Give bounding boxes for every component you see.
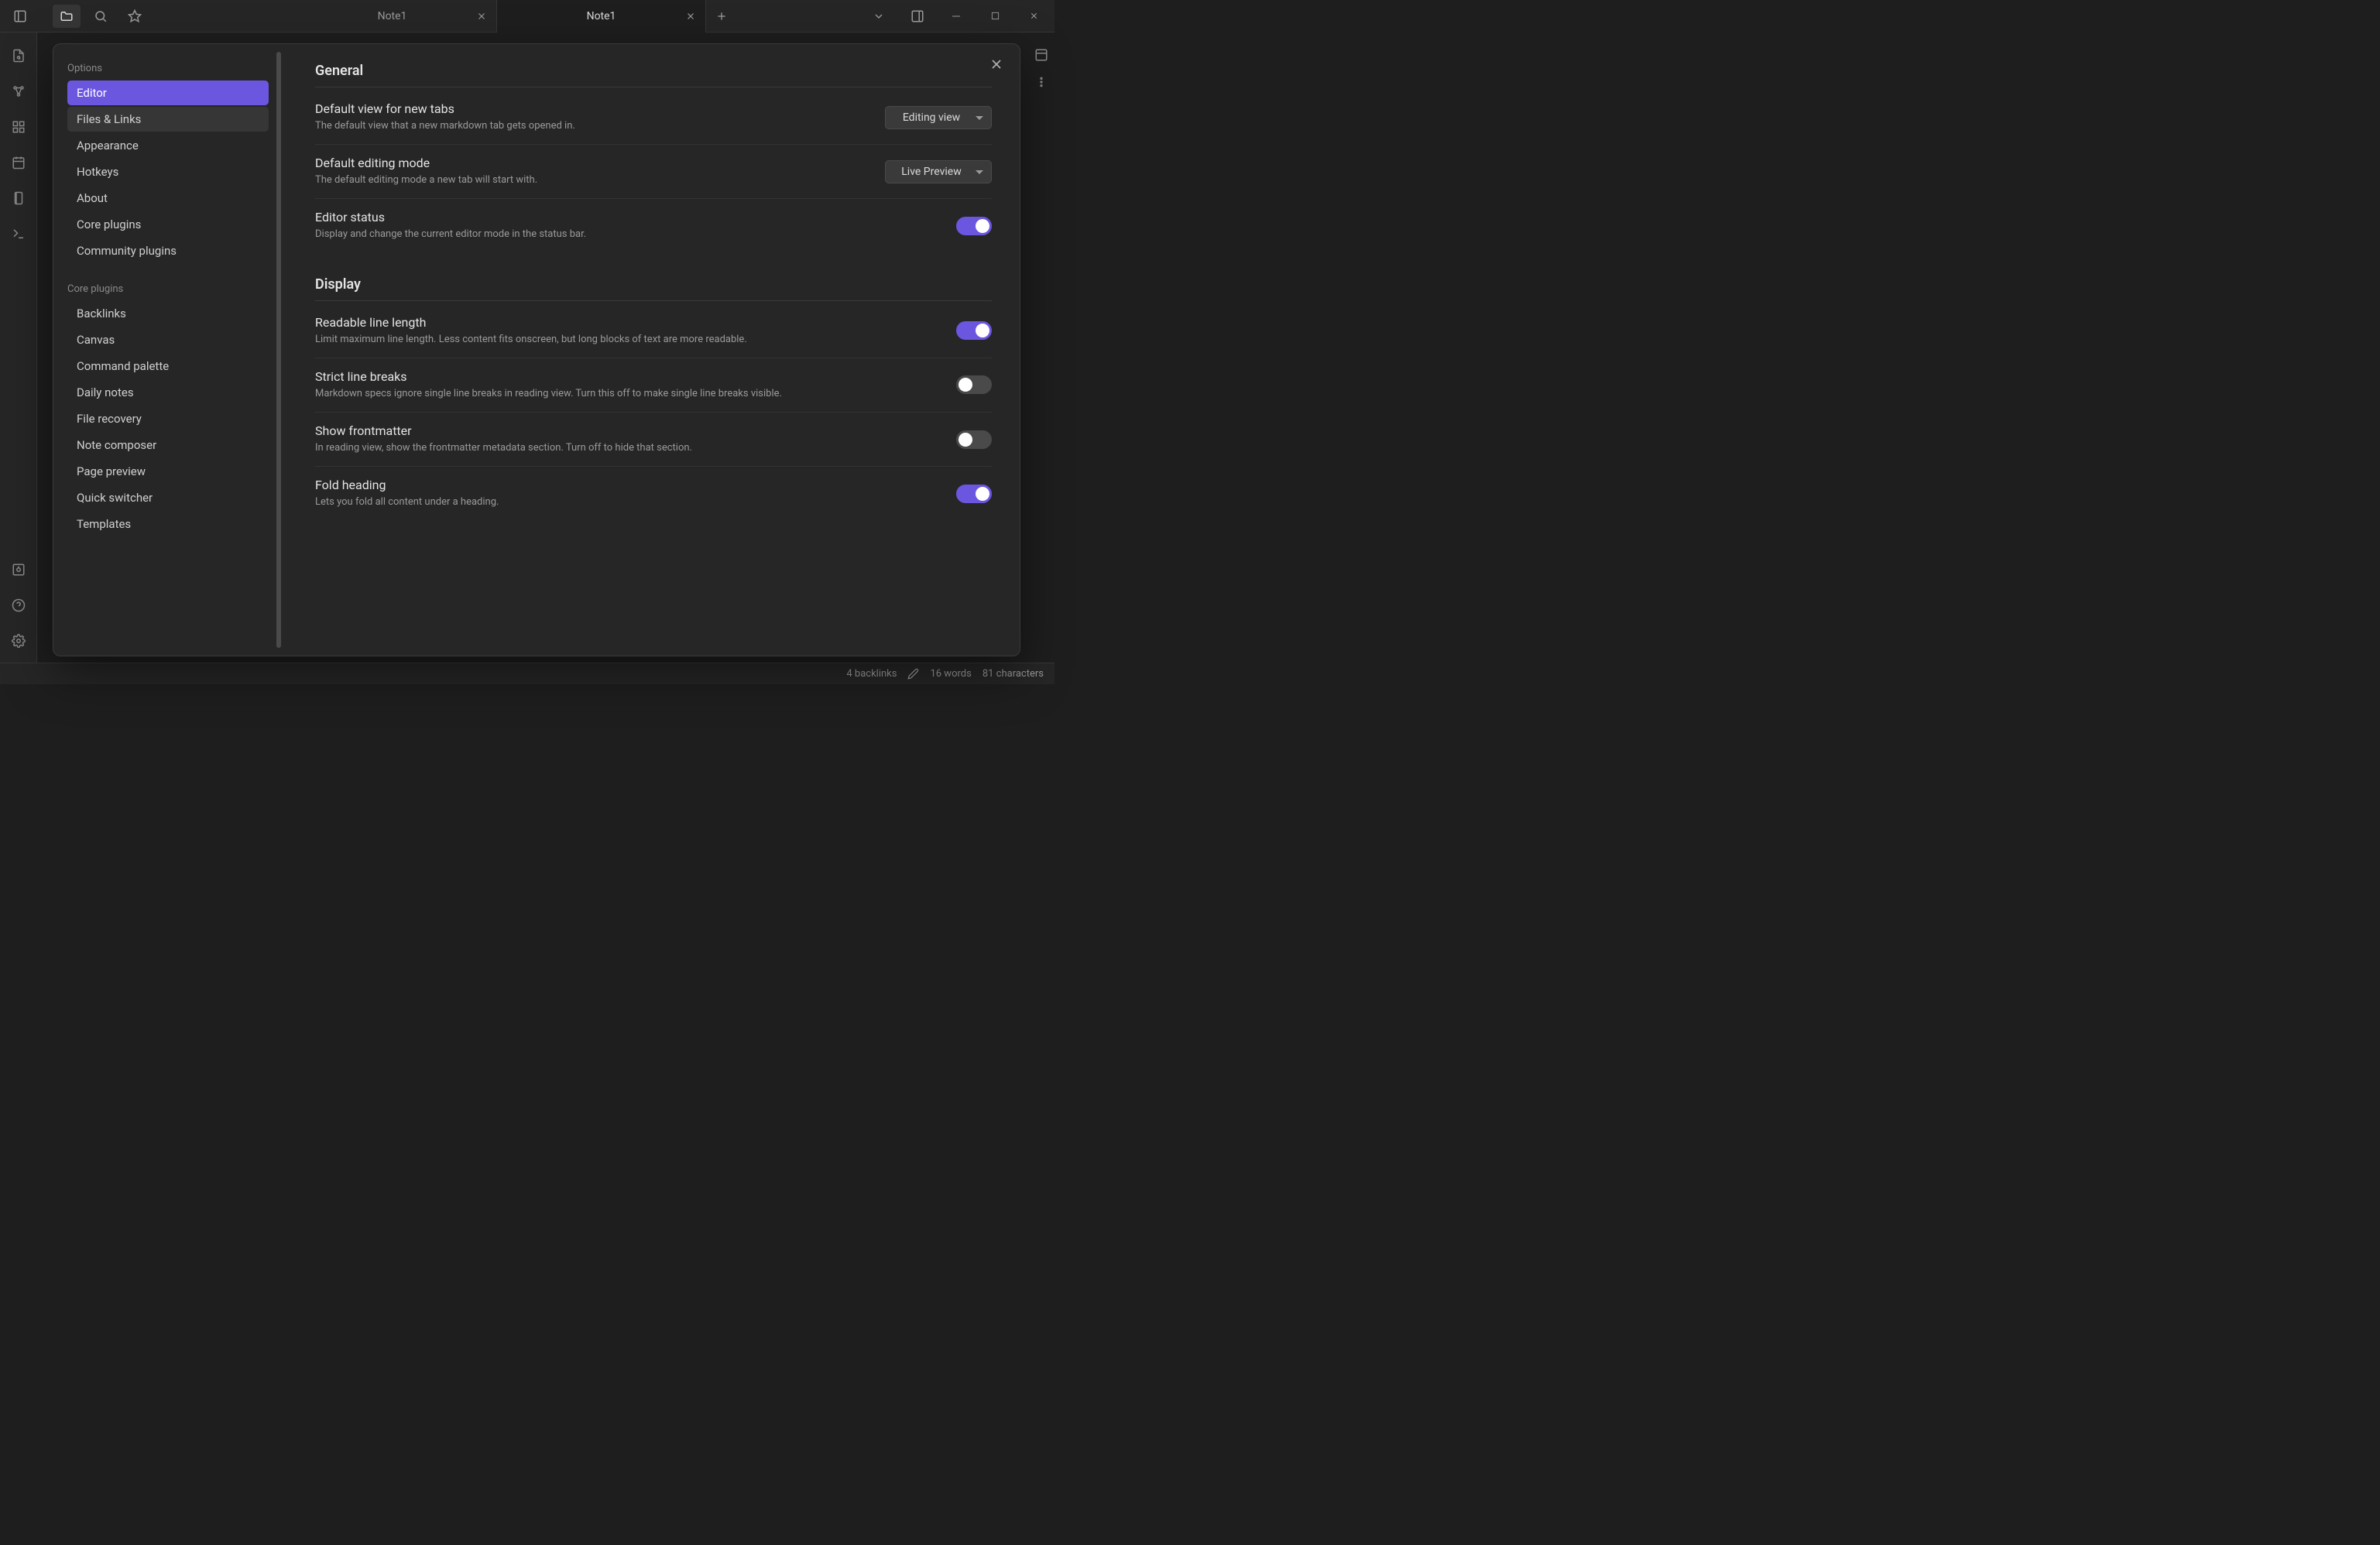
setting-readable-line: Readable line length Limit maximum line … bbox=[315, 304, 992, 358]
tab-strip: Note1 Note1 bbox=[288, 0, 861, 33]
daily-note-icon[interactable] bbox=[6, 150, 31, 175]
fold-heading-toggle[interactable] bbox=[956, 485, 992, 503]
sidebar-item-page-preview[interactable]: Page preview bbox=[67, 459, 269, 484]
close-icon[interactable] bbox=[476, 11, 487, 22]
status-editor-mode-icon[interactable] bbox=[907, 668, 919, 680]
graph-icon[interactable] bbox=[6, 79, 31, 104]
window-controls bbox=[861, 4, 1055, 29]
section-general: General bbox=[315, 63, 992, 87]
sidebar-item-note-composer[interactable]: Note composer bbox=[67, 433, 269, 457]
command-palette-icon[interactable] bbox=[6, 221, 31, 246]
setting-editor-status: Editor status Display and change the cur… bbox=[315, 199, 992, 252]
setting-name: Strict line breaks bbox=[315, 369, 941, 384]
new-tab-button[interactable] bbox=[706, 0, 737, 33]
setting-desc: The default editing mode a new tab will … bbox=[315, 173, 869, 187]
setting-fold-heading: Fold heading Lets you fold all content u… bbox=[315, 467, 992, 520]
frontmatter-toggle[interactable] bbox=[956, 430, 992, 449]
quick-switcher-icon[interactable] bbox=[6, 43, 31, 68]
strict-breaks-toggle[interactable] bbox=[956, 375, 992, 394]
section-display: Display bbox=[315, 276, 992, 301]
minimize-button[interactable] bbox=[938, 4, 974, 29]
status-backlinks[interactable]: 4 backlinks bbox=[846, 668, 897, 680]
sidebar-heading-core: Core plugins bbox=[67, 283, 269, 295]
status-chars: 81 characters bbox=[983, 668, 1044, 680]
close-modal-button[interactable] bbox=[989, 57, 1004, 72]
setting-name: Editor status bbox=[315, 210, 941, 224]
readable-line-toggle[interactable] bbox=[956, 321, 992, 340]
setting-desc: The default view that a new markdown tab… bbox=[315, 119, 869, 133]
setting-name: Show frontmatter bbox=[315, 423, 941, 438]
sidebar-item-files-links[interactable]: Files & Links bbox=[67, 107, 269, 132]
setting-desc: Display and change the current editor mo… bbox=[315, 228, 941, 242]
sidebar-item-command-palette[interactable]: Command palette bbox=[67, 354, 269, 379]
setting-name: Readable line length bbox=[315, 315, 941, 330]
settings-body: General Default view for new tabs The de… bbox=[283, 44, 1020, 656]
templates-icon[interactable] bbox=[6, 186, 31, 211]
sidebar-item-daily-notes[interactable]: Daily notes bbox=[67, 380, 269, 405]
canvas-icon[interactable] bbox=[6, 115, 31, 139]
folder-icon[interactable] bbox=[53, 5, 81, 28]
sidebar-item-community-plugins[interactable]: Community plugins bbox=[67, 238, 269, 263]
sidebar-item-file-recovery[interactable]: File recovery bbox=[67, 406, 269, 431]
settings-modal: Options Editor Files & Links Appearance … bbox=[53, 43, 1020, 656]
sidebar-heading-options: Options bbox=[67, 63, 269, 74]
search-icon[interactable] bbox=[87, 5, 115, 28]
help-icon[interactable] bbox=[6, 593, 31, 618]
tab-label: Note1 bbox=[378, 10, 407, 22]
setting-name: Fold heading bbox=[315, 478, 941, 492]
setting-desc: Limit maximum line length. Less content … bbox=[315, 333, 941, 347]
titlebar-left bbox=[0, 5, 43, 28]
editor-status-toggle[interactable] bbox=[956, 217, 992, 235]
body: Options Editor Files & Links Appearance … bbox=[0, 33, 1055, 663]
sidebar-item-appearance[interactable]: Appearance bbox=[67, 133, 269, 158]
setting-desc: In reading view, show the frontmatter me… bbox=[315, 441, 941, 455]
sidebar-item-canvas[interactable]: Canvas bbox=[67, 327, 269, 352]
maximize-button[interactable] bbox=[977, 4, 1013, 29]
more-options-icon[interactable] bbox=[1035, 76, 1048, 88]
collapse-sidebar-icon[interactable] bbox=[6, 5, 34, 28]
close-window-button[interactable] bbox=[1016, 4, 1051, 29]
main-content: Options Editor Files & Links Appearance … bbox=[37, 33, 1055, 663]
sidebar-item-hotkeys[interactable]: Hotkeys bbox=[67, 159, 269, 184]
sidebar-item-quick-switcher[interactable]: Quick switcher bbox=[67, 485, 269, 510]
sidebar-item-core-plugins[interactable]: Core plugins bbox=[67, 212, 269, 237]
status-words: 16 words bbox=[930, 668, 971, 680]
tab-label: Note1 bbox=[587, 10, 616, 22]
setting-name: Default editing mode bbox=[315, 156, 869, 170]
tab-note1-inactive[interactable]: Note1 bbox=[288, 0, 497, 33]
reading-view-icon[interactable] bbox=[1034, 48, 1048, 62]
setting-default-mode: Default editing mode The default editing… bbox=[315, 145, 992, 199]
left-ribbon bbox=[0, 33, 37, 663]
default-mode-dropdown[interactable]: Live Preview bbox=[885, 160, 992, 183]
setting-default-view: Default view for new tabs The default vi… bbox=[315, 91, 992, 145]
setting-desc: Markdown specs ignore single line breaks… bbox=[315, 387, 941, 401]
setting-strict-breaks: Strict line breaks Markdown specs ignore… bbox=[315, 358, 992, 413]
setting-frontmatter: Show frontmatter In reading view, show t… bbox=[315, 413, 992, 467]
titlebar-tool-icons bbox=[43, 5, 149, 28]
bookmark-icon[interactable] bbox=[121, 5, 149, 28]
default-view-dropdown[interactable]: Editing view bbox=[885, 106, 992, 129]
titlebar: Note1 Note1 bbox=[0, 0, 1055, 33]
setting-name: Default view for new tabs bbox=[315, 101, 869, 116]
status-bar: 4 backlinks 16 words 81 characters bbox=[0, 663, 1055, 684]
close-icon[interactable] bbox=[685, 11, 696, 22]
expand-sidebar-right-icon[interactable] bbox=[900, 4, 935, 29]
sidebar-item-backlinks[interactable]: Backlinks bbox=[67, 301, 269, 326]
sidebar-item-about[interactable]: About bbox=[67, 186, 269, 211]
setting-desc: Lets you fold all content under a headin… bbox=[315, 495, 941, 509]
settings-icon[interactable] bbox=[6, 629, 31, 653]
sidebar-item-templates[interactable]: Templates bbox=[67, 512, 269, 536]
tab-dropdown-icon[interactable] bbox=[861, 4, 897, 29]
vault-icon[interactable] bbox=[6, 557, 31, 582]
settings-sidebar: Options Editor Files & Links Appearance … bbox=[53, 44, 283, 656]
sidebar-item-editor[interactable]: Editor bbox=[67, 81, 269, 105]
tab-note1-active[interactable]: Note1 bbox=[497, 0, 706, 33]
